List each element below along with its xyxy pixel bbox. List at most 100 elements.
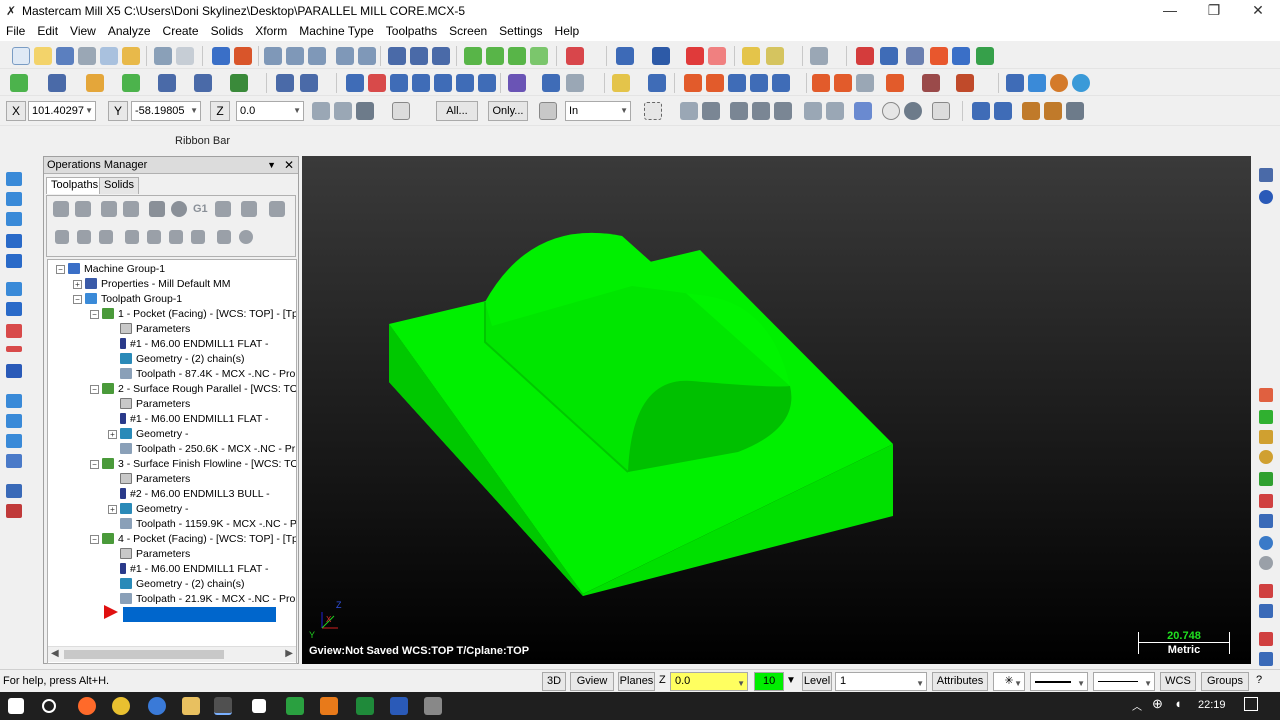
body-select-icon[interactable]: [774, 102, 792, 120]
network-icon[interactable]: ⊕: [1152, 696, 1163, 712]
level-field[interactable]: 1 ▼: [835, 672, 927, 691]
view-side-icon[interactable]: [508, 47, 526, 65]
mru-fillet-icon[interactable]: [1259, 472, 1273, 486]
mru-cube-icon[interactable]: [1259, 514, 1273, 528]
tab-solids[interactable]: Solids: [99, 177, 139, 194]
search-icon[interactable]: [42, 699, 56, 713]
mru-circle-icon[interactable]: [1259, 450, 1273, 464]
expand-toggle[interactable]: −: [90, 385, 99, 394]
solid-revolve-icon[interactable]: [1028, 74, 1046, 92]
verify-op-icon[interactable]: [171, 201, 187, 217]
filter-icon[interactable]: [1022, 102, 1040, 120]
rotate-view-icon[interactable]: [6, 192, 22, 206]
curve-icon[interactable]: [194, 74, 212, 92]
tree-machine-group[interactable]: Machine Group-1: [68, 262, 165, 277]
mru-line-icon[interactable]: [1259, 388, 1273, 402]
x-coord-field[interactable]: 101.40297 ▼: [28, 101, 96, 121]
xform-rotate-icon[interactable]: [390, 74, 408, 92]
xform-translate-icon[interactable]: [346, 74, 364, 92]
analyze-dist-icon[interactable]: [766, 47, 784, 65]
level-button[interactable]: Level: [802, 672, 832, 691]
fillet-icon[interactable]: [122, 74, 140, 92]
select-all-ops-icon[interactable]: [53, 201, 69, 217]
3d-button[interactable]: 3D: [542, 672, 566, 691]
display-icon[interactable]: [994, 102, 1012, 120]
end-selection-icon[interactable]: [854, 102, 872, 120]
autocursor-icon[interactable]: [334, 102, 352, 120]
planes-icon[interactable]: [6, 172, 22, 186]
line-icon[interactable]: [48, 74, 66, 92]
post-icon[interactable]: [930, 47, 948, 65]
multiaxis-icon[interactable]: [772, 74, 790, 92]
redo-icon[interactable]: [176, 47, 194, 65]
help-question-icon[interactable]: [392, 102, 410, 120]
firefox-icon[interactable]: [78, 697, 96, 715]
zoom-selected-icon[interactable]: [358, 47, 376, 65]
pocket-icon[interactable]: [684, 74, 702, 92]
green-app-icon[interactable]: [286, 697, 304, 715]
trim-icon[interactable]: [276, 74, 294, 92]
excel-icon[interactable]: [356, 697, 374, 715]
windows-start-icon[interactable]: [8, 698, 24, 714]
backplot-icon[interactable]: [880, 47, 898, 65]
tree-geometry[interactable]: Geometry -: [120, 502, 189, 517]
transform-icon[interactable]: [810, 47, 828, 65]
expand-toggle[interactable]: −: [90, 310, 99, 319]
arrow-down-icon[interactable]: [6, 234, 22, 248]
display-options-icon[interactable]: [239, 230, 253, 244]
undelete-icon[interactable]: [708, 47, 726, 65]
x-app-icon[interactable]: [252, 699, 266, 713]
scrollbar-thumb[interactable]: [64, 650, 224, 659]
menu-help[interactable]: Help: [549, 22, 586, 40]
tree-operation-1[interactable]: 1 - Pocket (Facing) - [WCS: TOP] - [Tp: [102, 307, 296, 322]
mru-blue-icon[interactable]: [1259, 604, 1273, 618]
face-select-icon[interactable]: [730, 102, 748, 120]
layer-d-icon[interactable]: [6, 454, 22, 468]
tree-geometry[interactable]: Geometry - (2) chain(s): [120, 352, 245, 367]
color-dropdown-icon[interactable]: ▼: [786, 675, 796, 686]
minimize-button[interactable]: —: [1148, 0, 1192, 22]
menu-solids[interactable]: Solids: [205, 22, 250, 40]
insert-position-highlight[interactable]: [123, 607, 276, 622]
scroll-right-icon[interactable]: ▶: [285, 648, 293, 659]
xform-project-icon[interactable]: [456, 74, 474, 92]
planes-button[interactable]: Planes: [618, 672, 655, 691]
drill-icon[interactable]: [612, 74, 630, 92]
arc-tool-icon[interactable]: [6, 212, 22, 226]
machine-def-icon[interactable]: [812, 74, 830, 92]
menu-edit[interactable]: Edit: [31, 22, 64, 40]
help-icon[interactable]: [856, 47, 874, 65]
post-selected-icon[interactable]: [215, 201, 231, 217]
print-icon[interactable]: [78, 47, 96, 65]
view-top-icon[interactable]: [464, 47, 482, 65]
hide-icon[interactable]: [432, 47, 450, 65]
clock-time[interactable]: 22:19: [1198, 699, 1226, 711]
repaint-icon[interactable]: [388, 47, 406, 65]
post-g1-icon[interactable]: G1: [193, 203, 208, 215]
tree-toolpath[interactable]: Toolpath - 1159.9K - MCX -.NC - P: [120, 517, 296, 532]
select-color-icon[interactable]: [904, 102, 922, 120]
pan-icon[interactable]: [212, 47, 230, 65]
tree-geometry[interactable]: Geometry - (2) chain(s): [120, 577, 245, 592]
mru-cancel-icon[interactable]: [1259, 556, 1273, 570]
gview-button[interactable]: Gview: [570, 672, 614, 691]
back-face-icon[interactable]: [804, 102, 822, 120]
word-icon[interactable]: [390, 697, 408, 715]
insert-arrow-marker-icon[interactable]: [104, 605, 118, 619]
point-icon[interactable]: [10, 74, 28, 92]
opmgr-dropdown-icon[interactable]: ▼: [267, 160, 276, 170]
file-explorer-icon[interactable]: [182, 697, 200, 715]
control-def-icon[interactable]: [834, 74, 852, 92]
tree-tool[interactable]: #1 - M6.00 ENDMILL1 FLAT -: [120, 337, 269, 352]
window-select-icon[interactable]: [644, 102, 662, 120]
menu-view[interactable]: View: [64, 22, 102, 40]
tree-toolpath[interactable]: Toolpath - 87.4K - MCX -.NC - Pro: [120, 367, 295, 382]
view-front-icon[interactable]: [486, 47, 504, 65]
layer-b-icon[interactable]: [6, 414, 22, 428]
print-preview-icon[interactable]: [100, 47, 118, 65]
tray-chevron-icon[interactable]: ︿: [1132, 698, 1142, 713]
regen-selected-icon[interactable]: [101, 201, 117, 217]
chrome-icon[interactable]: [112, 697, 130, 715]
expand-toggle[interactable]: −: [73, 295, 82, 304]
tree-horizontal-scrollbar[interactable]: ◀ ▶: [48, 646, 296, 662]
